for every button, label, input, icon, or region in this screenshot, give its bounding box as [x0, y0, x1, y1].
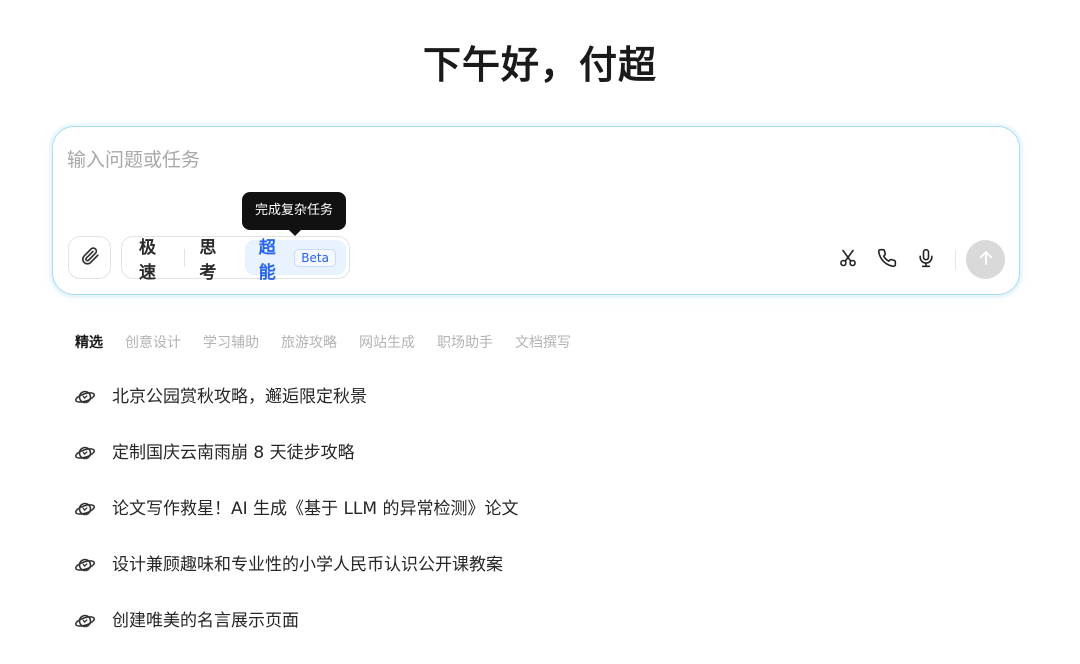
mode-super-label: 超能 — [258, 237, 276, 283]
tools-divider — [955, 249, 956, 270]
suggestion-text: 设计兼顾趣味和专业性的小学人民币认识公开课教案 — [112, 555, 503, 575]
planet-icon — [74, 386, 96, 408]
suggestion-text: 定制国庆云南雨崩 8 天徒步攻略 — [112, 443, 355, 463]
planet-icon — [74, 442, 96, 464]
suggestion-item[interactable]: 北京公园赏秋攻略，邂逅限定秋景 — [74, 383, 518, 439]
beta-badge: Beta — [294, 248, 336, 267]
tab-workplace-assistant[interactable]: 职场助手 — [437, 332, 493, 352]
greeting-title: 下午好，付超 — [422, 43, 657, 87]
suggestion-item[interactable]: 创建唯美的名言展示页面 — [74, 607, 518, 663]
home-page: 下午好，付超 完成复杂任务 极速 思考 超能 Beta — [0, 0, 1080, 664]
prompt-input[interactable] — [67, 145, 997, 175]
planet-icon — [74, 554, 96, 576]
phone-icon — [877, 248, 897, 272]
microphone-button[interactable] — [906, 242, 945, 278]
phone-button[interactable] — [867, 242, 906, 278]
tab-featured[interactable]: 精选 — [75, 332, 103, 352]
send-button[interactable] — [966, 240, 1005, 279]
tab-document-writing[interactable]: 文档撰写 — [515, 332, 571, 352]
mode-think-label: 思考 — [199, 237, 217, 283]
tab-travel-guide[interactable]: 旅游攻略 — [281, 332, 337, 352]
suggestion-text: 创建唯美的名言展示页面 — [112, 611, 299, 631]
planet-icon — [74, 610, 96, 632]
mode-fast-label: 极速 — [139, 237, 156, 283]
arrow-up-icon — [977, 249, 995, 271]
tab-creative-design[interactable]: 创意设计 — [125, 332, 181, 352]
category-tabs: 精选 创意设计 学习辅助 旅游攻略 网站生成 职场助手 文档撰写 — [75, 332, 593, 352]
mode-switcher: 极速 思考 超能 Beta — [121, 236, 350, 283]
planet-icon — [74, 498, 96, 520]
paperclip-icon — [80, 246, 100, 270]
suggestion-item[interactable]: 设计兼顾趣味和专业性的小学人民币认识公开课教案 — [74, 551, 518, 607]
mode-think[interactable]: 思考 — [185, 238, 244, 283]
suggestion-item[interactable]: 论文写作救星！AI 生成《基于 LLM 的异常检测》论文 — [74, 495, 518, 551]
tab-study-help[interactable]: 学习辅助 — [203, 332, 259, 352]
tab-website-generation[interactable]: 网站生成 — [359, 332, 415, 352]
mode-super[interactable]: 超能 Beta — [244, 238, 346, 283]
mode-fast[interactable]: 极速 — [125, 238, 184, 283]
suggestion-text: 论文写作救星！AI 生成《基于 LLM 的异常检测》论文 — [112, 499, 519, 519]
microphone-icon — [916, 248, 936, 272]
mode-tooltip: 完成复杂任务 — [242, 192, 347, 236]
prompt-composer: 完成复杂任务 极速 思考 超能 Beta — [52, 126, 1020, 295]
composer-tools — [828, 240, 1005, 279]
scissors-icon — [838, 248, 858, 272]
suggestion-list: 北京公园赏秋攻略，邂逅限定秋景 定制国庆云南雨崩 8 天徒步攻略 论文写作救星！… — [74, 383, 518, 663]
scissors-button[interactable] — [828, 242, 867, 278]
suggestion-text: 北京公园赏秋攻略，邂逅限定秋景 — [112, 387, 367, 407]
suggestion-item[interactable]: 定制国庆云南雨崩 8 天徒步攻略 — [74, 439, 518, 495]
attach-button[interactable] — [68, 236, 111, 279]
